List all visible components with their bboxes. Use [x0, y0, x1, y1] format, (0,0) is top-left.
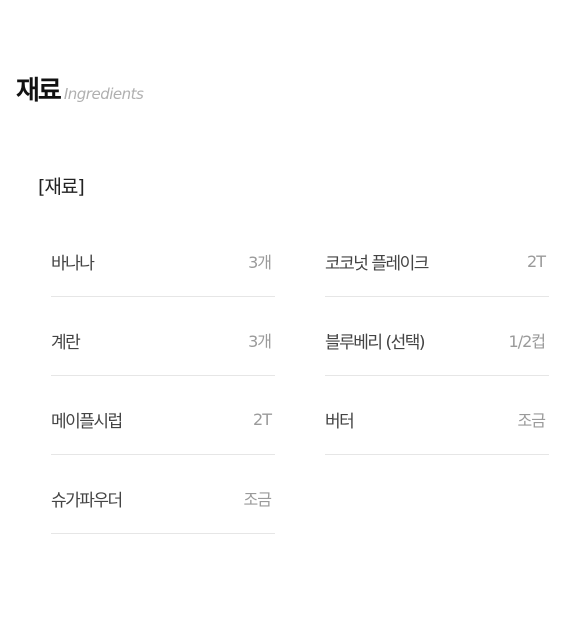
ingredient-name: 버터 [325, 411, 355, 432]
ingredient-list-left: 바나나 3개 계란 3개 메이플시럽 2T 슈가파우더 조금 [51, 218, 275, 534]
ingredient-row: 슈가파우더 조금 [51, 455, 275, 534]
section-title-english: Ingredients [63, 85, 144, 103]
ingredient-amount: 3개 [248, 332, 272, 351]
ingredient-amount: 1/2컵 [508, 332, 546, 351]
ingredient-row: 블루베리 (선택) 1/2컵 [325, 297, 549, 376]
ingredient-amount: 3개 [248, 253, 272, 272]
ingredient-row: 바나나 3개 [51, 218, 275, 297]
section-title-korean: 재료 [16, 76, 62, 106]
ingredient-columns: 바나나 3개 계란 3개 메이플시럽 2T 슈가파우더 조금 코코넛 플레이크 … [51, 218, 549, 534]
ingredient-list-right: 코코넛 플레이크 2T 블루베리 (선택) 1/2컵 버터 조금 [325, 218, 549, 534]
ingredient-name: 계란 [51, 332, 81, 353]
ingredient-amount: 조금 [243, 490, 272, 509]
ingredient-name: 블루베리 (선택) [325, 332, 426, 353]
ingredient-row: 메이플시럽 2T [51, 376, 275, 455]
ingredient-name: 메이플시럽 [51, 411, 123, 432]
ingredient-name: 바나나 [51, 253, 95, 274]
section-title: 재료 Ingredients [16, 70, 144, 107]
ingredient-amount: 2T [253, 409, 272, 429]
ingredient-amount: 조금 [517, 411, 546, 430]
ingredient-group-label: [재료] [38, 176, 85, 198]
ingredient-row: 코코넛 플레이크 2T [325, 218, 549, 297]
ingredient-row: 버터 조금 [325, 376, 549, 455]
ingredient-name: 코코넛 플레이크 [325, 253, 429, 274]
ingredient-amount: 2T [527, 251, 546, 271]
ingredient-name: 슈가파우더 [51, 490, 123, 511]
ingredient-row: 계란 3개 [51, 297, 275, 376]
